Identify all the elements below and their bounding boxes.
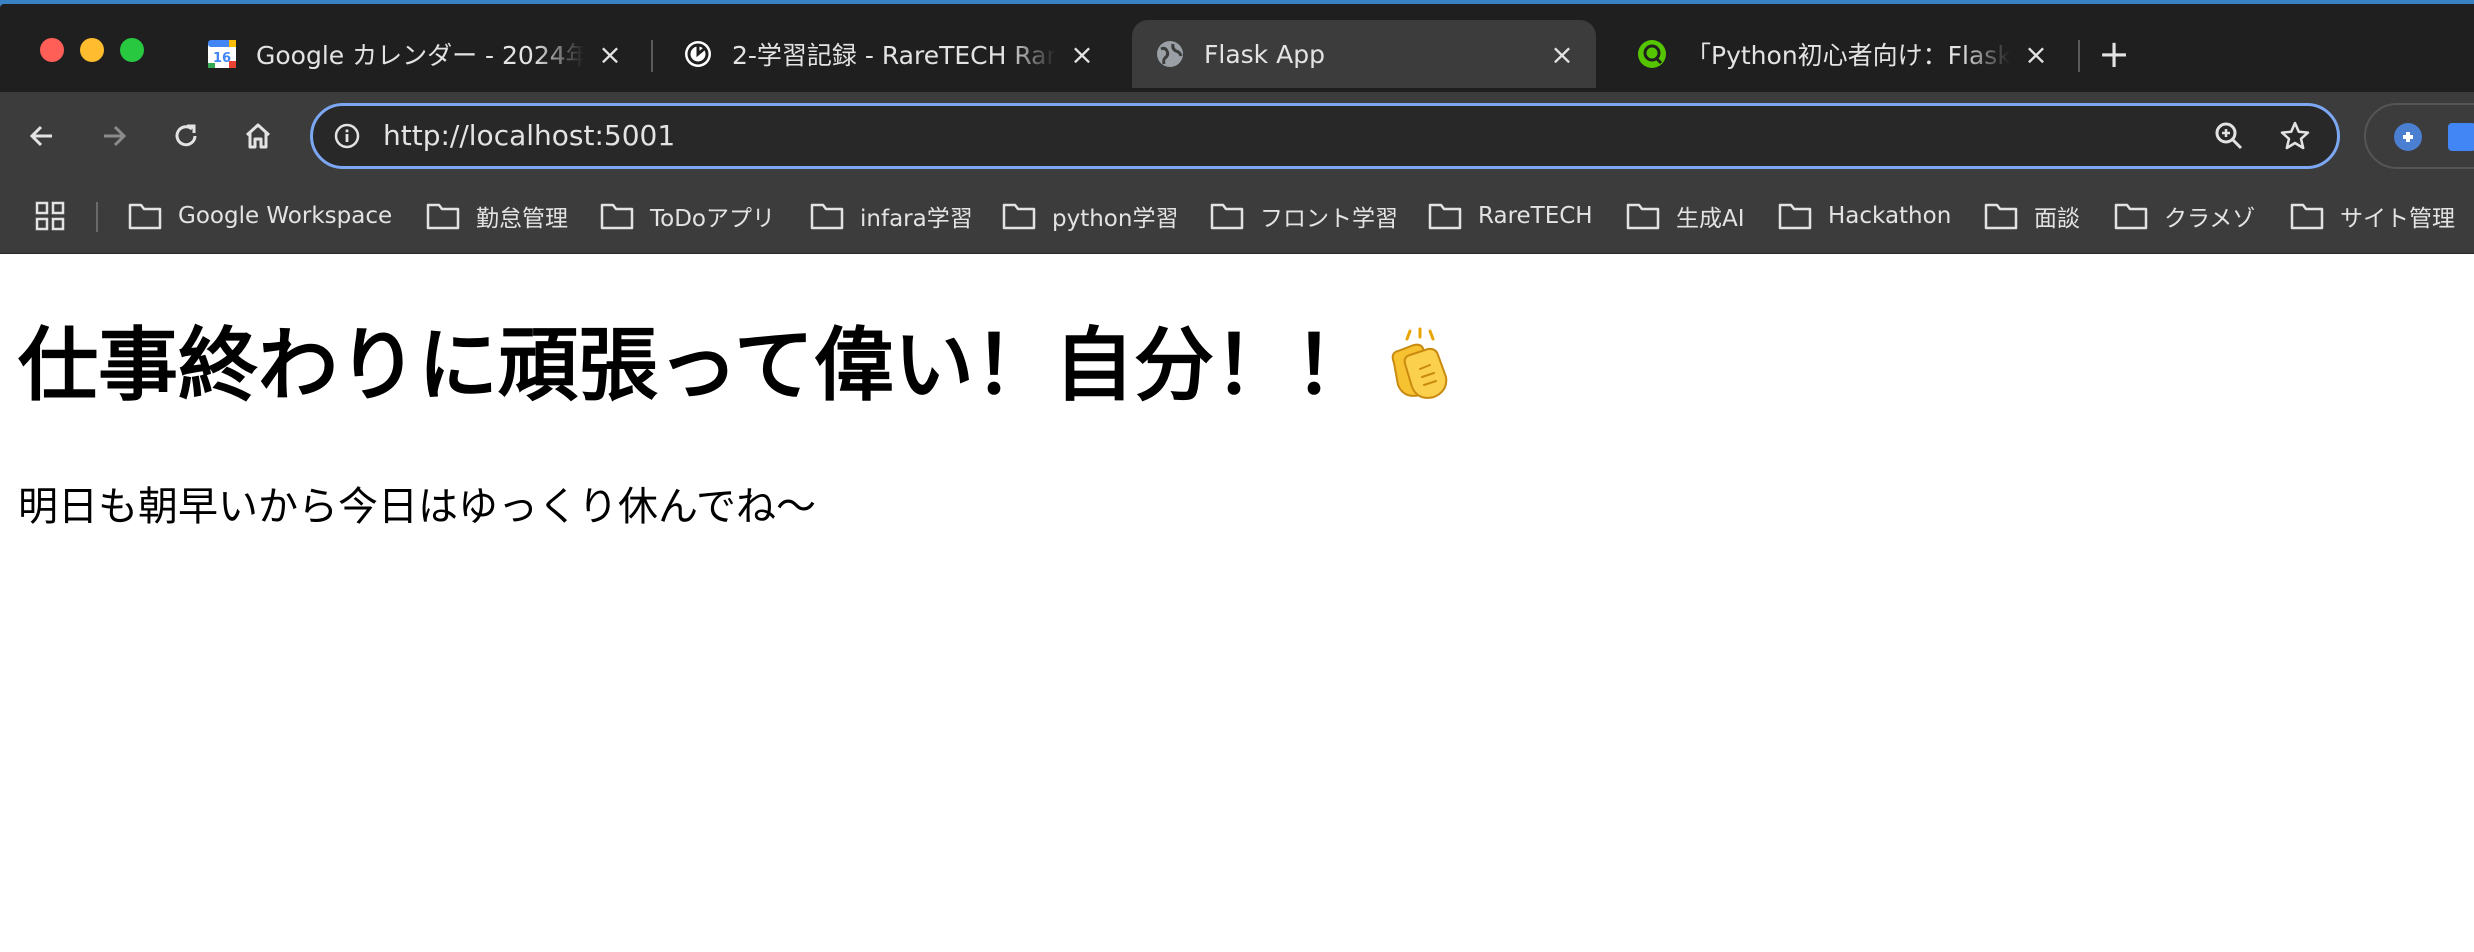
bookmark-folder[interactable]: Google Workspace <box>128 196 392 236</box>
zoom-icon[interactable] <box>2211 118 2247 154</box>
tab-qiita[interactable]: 「Python初心者向け：FlaskとD × <box>1626 20 2062 88</box>
bookmark-separator <box>96 202 98 232</box>
tab-title: 「Python初心者向け：FlaskとD <box>1686 41 2010 70</box>
bookmark-label: サイト管理 <box>2340 206 2455 232</box>
apps-grid-icon[interactable] <box>34 200 66 232</box>
tab-title: 2-学習記録 - RareTECH RareTE <box>732 41 1056 70</box>
home-button[interactable] <box>236 114 280 158</box>
bookmark-folder[interactable]: クラメゾ <box>2114 196 2255 236</box>
window-maximize-button[interactable] <box>120 38 144 62</box>
bookmarks-bar: Google Workspace 勤怠管理 ToDoアプリ infara学習 p… <box>0 182 2474 254</box>
globe-icon <box>1154 38 1186 70</box>
forward-arrow-icon <box>104 125 127 147</box>
folder-icon <box>1210 203 1244 230</box>
tab-title: Google カレンダー - 2024年 10 <box>256 41 584 70</box>
folder-icon <box>810 203 844 230</box>
bookmark-label: infara学習 <box>860 206 973 232</box>
folder-icon <box>1428 203 1462 230</box>
clapping-hands-icon <box>1391 327 1448 399</box>
folder-icon <box>2114 203 2148 230</box>
bookmark-label: 生成AI <box>1676 206 1745 232</box>
extension-puzzle-icon[interactable] <box>2394 123 2422 151</box>
google-translate-icon[interactable] <box>2448 123 2474 151</box>
bookmark-folder[interactable]: サイト管理 <box>2290 196 2455 236</box>
forward-button[interactable] <box>92 114 136 158</box>
reload-icon <box>175 124 197 147</box>
folder-icon <box>1626 203 1660 230</box>
raretech-icon <box>682 38 714 70</box>
folder-icon <box>1002 203 1036 230</box>
tab-separator <box>2078 40 2080 72</box>
back-button[interactable] <box>20 114 64 158</box>
url-text[interactable]: http://localhost:5001 <box>383 106 675 166</box>
bookmark-label: python学習 <box>1052 206 1179 232</box>
bookmark-label: RareTECH <box>1478 203 1593 229</box>
tab-raretech[interactable]: 2-学習記録 - RareTECH RareTE × <box>672 20 1108 88</box>
home-icon <box>245 123 271 149</box>
tab-google-calendar[interactable]: 16 Google カレンダー - 2024年 10 × <box>196 20 636 88</box>
svg-text:16: 16 <box>213 51 231 66</box>
bookmark-folder[interactable]: ToDoアプリ <box>600 196 775 236</box>
bookmark-label: 面談 <box>2034 206 2080 232</box>
bookmark-label: フロント学習 <box>1260 206 1398 232</box>
bookmark-label: Google Workspace <box>178 203 393 229</box>
bookmark-folder[interactable]: RareTECH <box>1428 196 1593 236</box>
bookmark-folder[interactable]: 生成AI <box>1626 196 1745 236</box>
desktop-edge <box>0 0 2474 8</box>
window-close-button[interactable] <box>40 38 64 62</box>
window-minimize-button[interactable] <box>80 38 104 62</box>
folder-icon <box>1984 203 2018 230</box>
tab-strip: 16 Google カレンダー - 2024年 10 × 2-学習記録 - Ra… <box>0 8 2474 92</box>
folder-icon <box>128 203 162 230</box>
folder-icon <box>1778 203 1812 230</box>
address-bar[interactable]: http://localhost:5001 <box>310 103 2340 169</box>
page-heading: 仕事終わりに頑張って偉い！自分！！ <box>18 316 1460 416</box>
bookmark-star-icon[interactable] <box>2277 118 2313 154</box>
browser-chrome: 16 Google カレンダー - 2024年 10 × 2-学習記録 - Ra… <box>0 0 2474 254</box>
new-tab-button[interactable]: + <box>2096 35 2132 73</box>
bookmark-label: ToDoアプリ <box>650 206 775 232</box>
qiita-icon <box>1636 38 1668 70</box>
reload-button[interactable] <box>164 114 208 158</box>
bookmark-label: Hackathon <box>1828 203 1952 229</box>
tab-title: Flask App <box>1204 39 1325 69</box>
page-content: 仕事終わりに頑張って偉い！自分！！ 明日も朝早いから今日はゆっくり休んでね〜 <box>0 254 2474 952</box>
bookmark-folder[interactable]: python学習 <box>1002 196 1178 236</box>
bookmark-folder[interactable]: infara学習 <box>810 196 973 236</box>
tab-flask-app[interactable]: Flask App × <box>1132 20 1596 88</box>
bookmark-label: クラメゾ <box>2164 206 2256 232</box>
bookmark-folder[interactable]: Hackathon <box>1778 196 1951 236</box>
folder-icon <box>2290 203 2324 230</box>
tab-separator <box>651 40 653 72</box>
bookmark-folder[interactable]: 勤怠管理 <box>426 196 568 236</box>
folder-icon <box>426 203 460 230</box>
bookmark-label: 勤怠管理 <box>476 206 568 232</box>
tab-close-icon[interactable]: × <box>2020 38 2052 71</box>
extensions-area <box>2364 103 2474 169</box>
bookmark-folder[interactable]: 面談 <box>1984 196 2080 236</box>
back-arrow-icon <box>29 125 52 147</box>
toolbar: http://localhost:5001 <box>0 92 2474 182</box>
site-info-icon[interactable] <box>329 118 365 154</box>
google-calendar-icon: 16 <box>206 38 238 70</box>
heading-text: 仕事終わりに頑張って偉い！自分！！ <box>18 319 1374 412</box>
folder-icon <box>600 203 634 230</box>
tab-close-icon[interactable]: × <box>1546 38 1578 71</box>
bookmark-folder[interactable]: フロント学習 <box>1210 196 1398 236</box>
tab-close-icon[interactable]: × <box>1066 38 1098 71</box>
page-message: 明日も朝早いから今日はゆっくり休んでね〜 <box>18 484 816 530</box>
tab-close-icon[interactable]: × <box>594 38 626 71</box>
